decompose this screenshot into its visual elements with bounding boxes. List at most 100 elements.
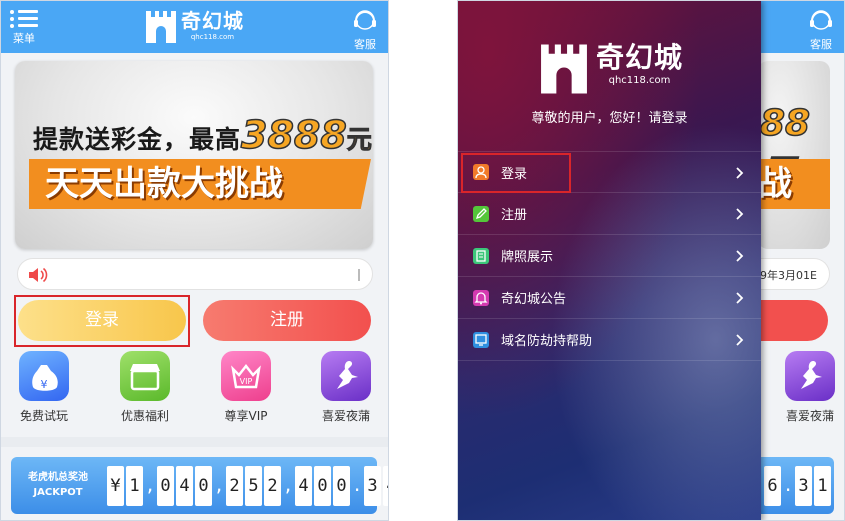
drawer-item-license[interactable]: 牌照展示 bbox=[458, 235, 761, 277]
menu-button[interactable]: 菜单 bbox=[7, 7, 41, 47]
marquee-divider bbox=[358, 269, 360, 281]
feature-label: 尊享VIP bbox=[224, 409, 268, 423]
login-highlight-box bbox=[14, 295, 190, 347]
service-label: 客服 bbox=[354, 38, 376, 51]
notice-marquee[interactable] bbox=[17, 258, 373, 290]
drawer-item-announcement[interactable]: 奇幻城公告 bbox=[458, 277, 761, 319]
banner-headline-text: 提款送彩金，最高 bbox=[33, 125, 242, 154]
notice-text: 9年3月01E bbox=[760, 269, 817, 282]
drawer-screen: 客服 88元 战 9年3月01E 喜爱夜蒲 6.31 奇幻城 qhc118.co… bbox=[457, 0, 845, 521]
jackpot-digit: 0 bbox=[195, 466, 212, 506]
home-screen: 菜单 奇幻城 qhc118.com 客服 提款送彩金，最高3888元 天天出款大… bbox=[0, 0, 389, 521]
bell-icon bbox=[473, 289, 489, 306]
feature-promotions[interactable]: 优惠福利 bbox=[105, 351, 185, 423]
jackpot-digit: 0 bbox=[333, 466, 350, 506]
jackpot-digit: , bbox=[214, 476, 225, 496]
jackpot-panel-partial: 6.31 bbox=[758, 457, 834, 514]
jackpot-digit: 4 bbox=[383, 466, 388, 506]
castle-icon bbox=[146, 11, 176, 43]
jackpot-digit: 2 bbox=[264, 466, 281, 506]
register-button-partial bbox=[758, 300, 828, 341]
service-label: 客服 bbox=[810, 38, 832, 51]
jackpot-digit: . bbox=[352, 476, 363, 496]
register-button[interactable]: 注册 bbox=[203, 300, 371, 341]
jackpot-digit: 4 bbox=[176, 466, 193, 506]
feature-label: 喜爱夜蒲 bbox=[785, 409, 834, 423]
side-drawer: 奇幻城 qhc118.com 尊敬的用户，您好！请登录 登录 注册 牌照展示 奇… bbox=[458, 1, 761, 520]
document-icon bbox=[473, 247, 489, 264]
chevron-right-icon bbox=[736, 167, 744, 179]
jackpot-digit: 2 bbox=[226, 466, 243, 506]
drawer-item-label: 奇幻城公告 bbox=[501, 292, 567, 307]
customer-service-button[interactable]: 客服 bbox=[806, 7, 836, 51]
jackpot-digit: 1 bbox=[814, 466, 831, 506]
drawer-item-register[interactable]: 注册 bbox=[458, 193, 761, 235]
brand-url: qhc118.com bbox=[190, 33, 235, 41]
dancer-icon bbox=[321, 351, 371, 401]
jackpot-digit: 6 bbox=[764, 466, 781, 506]
drawer-item-label: 牌照展示 bbox=[501, 250, 554, 265]
money-bag-icon: ¥ bbox=[19, 351, 69, 401]
jackpot-digit: 3 bbox=[795, 466, 812, 506]
drawer-brand-logo: 奇幻城 qhc118.com bbox=[538, 41, 683, 97]
jackpot-digit: ¥ bbox=[107, 466, 124, 506]
gift-box-icon bbox=[120, 351, 170, 401]
pencil-icon bbox=[473, 205, 489, 222]
jackpot-digit: 3 bbox=[364, 466, 381, 506]
chevron-right-icon bbox=[736, 250, 744, 262]
svg-text:¥: ¥ bbox=[41, 378, 48, 391]
chevron-right-icon bbox=[736, 292, 744, 304]
brand-url: qhc118.com bbox=[608, 75, 671, 86]
drawer-item-label: 注册 bbox=[501, 208, 528, 223]
jackpot-digit: , bbox=[145, 476, 156, 496]
feature-vip[interactable]: VIP 尊享VIP bbox=[206, 351, 286, 423]
brand-name: 奇幻城 bbox=[181, 9, 244, 33]
drawer-item-domain-help[interactable]: 域名防劫持帮助 bbox=[458, 319, 761, 361]
drawer-item-label: 域名防劫持帮助 bbox=[501, 334, 593, 349]
jackpot-panel: 老虎机总奖池 JACKPOT ¥1,040,252,400.34 bbox=[11, 457, 388, 514]
feature-label: 喜爱夜蒲 bbox=[321, 409, 370, 423]
jackpot-title: 老虎机总奖池 bbox=[28, 472, 88, 483]
jackpot-digit: 0 bbox=[157, 466, 174, 506]
jackpot-digits: 6.31 bbox=[764, 466, 833, 506]
banner-slogan: 天天出款大挑战 bbox=[29, 159, 371, 209]
feature-label: 优惠福利 bbox=[120, 409, 169, 423]
banner-unit: 元 bbox=[346, 125, 373, 155]
menu-label: 菜单 bbox=[13, 32, 35, 45]
brand-logo: 奇幻城 qhc118.com bbox=[144, 9, 244, 49]
hamburger-icon bbox=[10, 7, 38, 31]
feature-nightlife[interactable]: 喜爱夜蒲 bbox=[306, 351, 386, 423]
jackpot-digit: 1 bbox=[126, 466, 143, 506]
banner-headline: 提款送彩金，最高3888元 bbox=[33, 112, 373, 158]
login-highlight-box bbox=[461, 153, 571, 193]
section-divider bbox=[1, 437, 388, 447]
headset-icon bbox=[810, 10, 832, 30]
speaker-icon bbox=[29, 267, 48, 283]
feature-free-trial[interactable]: ¥ 免费试玩 bbox=[4, 351, 84, 423]
promo-banner-partial: 88元 战 bbox=[758, 61, 830, 249]
top-bar: 菜单 奇幻城 qhc118.com 客服 bbox=[1, 1, 388, 53]
feature-label: 免费试玩 bbox=[19, 409, 68, 423]
feature-grid: ¥ 免费试玩 优惠福利 VIP 尊享VIP 喜爱夜蒲 bbox=[1, 351, 388, 433]
greeting-text: 尊敬的用户，您好！请登录 bbox=[531, 111, 688, 126]
jackpot-digit: 5 bbox=[245, 466, 262, 506]
banner-slogan-partial: 战 bbox=[758, 159, 830, 209]
vip-crown-icon: VIP bbox=[221, 351, 271, 401]
banner-amount: 3888 bbox=[240, 112, 347, 158]
chevron-right-icon bbox=[736, 334, 744, 346]
castle-icon bbox=[541, 44, 587, 94]
jackpot-digit: 4 bbox=[295, 466, 312, 506]
jackpot-digit: , bbox=[283, 476, 294, 496]
promo-banner[interactable]: 提款送彩金，最高3888元 天天出款大挑战 bbox=[15, 61, 373, 249]
monitor-icon bbox=[473, 331, 489, 348]
notice-marquee-partial: 9年3月01E bbox=[758, 258, 830, 290]
chevron-right-icon bbox=[736, 208, 744, 220]
brand-name: 奇幻城 bbox=[596, 41, 684, 74]
customer-service-button[interactable]: 客服 bbox=[350, 7, 380, 51]
dancer-icon bbox=[785, 351, 835, 401]
jackpot-digit: . bbox=[783, 476, 794, 496]
feature-nightlife: 喜爱夜蒲 bbox=[770, 351, 844, 423]
jackpot-digit: 0 bbox=[314, 466, 331, 506]
jackpot-subtitle: JACKPOT bbox=[33, 487, 83, 498]
headset-icon bbox=[354, 10, 376, 30]
